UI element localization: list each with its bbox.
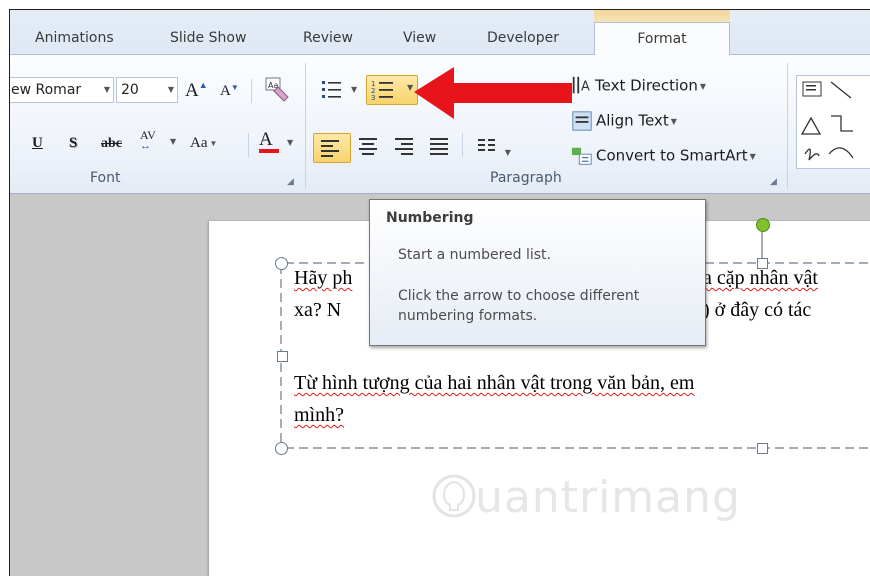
- slide-text-line-2b: n) ở đây có tác: [693, 299, 812, 321]
- double-arrow-icon: ↔: [140, 140, 151, 152]
- convert-smartart-label: Convert to SmartArt: [596, 146, 748, 165]
- chevron-down-icon[interactable]: ▼: [210, 139, 218, 148]
- shapes-icon: [800, 81, 854, 161]
- change-case-label: Aa: [190, 135, 208, 151]
- justify-icon: [430, 138, 448, 155]
- tooltip-description: Start a numbered list.: [398, 247, 551, 263]
- character-spacing-button[interactable]: AV ↔: [140, 129, 156, 152]
- font-size-value: 20: [121, 82, 139, 98]
- svg-text:3: 3: [371, 94, 375, 102]
- ribbon-tab-bar: Animations Slide Show Review View Develo…: [10, 10, 870, 56]
- slide-text-line-3: Từ hình tượng của hai nhân vật trong văn…: [294, 372, 695, 394]
- bullets-button[interactable]: [319, 77, 345, 105]
- resize-handle-left[interactable]: [277, 351, 288, 362]
- tooltip-hint-line-1: Click the arrow to choose different: [398, 288, 640, 304]
- shapes-gallery[interactable]: [796, 75, 870, 169]
- font-color-button[interactable]: A: [259, 129, 279, 153]
- grow-font-label: A: [185, 80, 199, 101]
- chevron-down-icon[interactable]: ▼: [168, 78, 174, 102]
- align-text-icon: [572, 111, 592, 131]
- align-left-icon: [321, 140, 339, 157]
- align-center-icon: [359, 138, 377, 155]
- smartart-icon: [571, 147, 592, 165]
- align-right-icon: [395, 138, 413, 155]
- chevron-down-icon[interactable]: ▼: [104, 78, 110, 102]
- font-name-value: ew Romar: [11, 82, 82, 98]
- resize-handle-bottom[interactable]: [757, 443, 768, 454]
- chevron-down-icon[interactable]: ▼: [170, 137, 176, 146]
- clear-formatting-icon: Aa: [265, 77, 289, 102]
- slide-text-line-2a: xa? N: [294, 299, 342, 321]
- grow-arrow-icon: ▲: [198, 80, 208, 90]
- divider: [462, 133, 463, 157]
- tooltip-hint-line-2: numbering formats.: [398, 308, 538, 324]
- font-dialog-launcher-icon[interactable]: ◢: [287, 177, 294, 187]
- ribbon: ew Romar ▼ 20 ▼ A▲ A▼ Aa U S abc AV ↔ ▼: [10, 55, 870, 194]
- paragraph-group-label: Paragraph: [490, 170, 562, 186]
- chevron-down-icon[interactable]: ▼: [700, 82, 706, 91]
- font-group-label: Font: [90, 170, 121, 186]
- tab-animations[interactable]: Animations: [35, 22, 114, 54]
- bullets-icon: [322, 81, 341, 98]
- numbering-icon: 1 2 3: [371, 80, 393, 102]
- red-arrow-icon: [414, 67, 572, 119]
- resize-handle-top-left[interactable]: [275, 257, 288, 270]
- chevron-down-icon[interactable]: ▼: [287, 138, 293, 147]
- shrink-font-button[interactable]: A▼: [220, 83, 239, 100]
- underline-button[interactable]: U: [32, 135, 43, 152]
- columns-icon: [478, 139, 495, 151]
- tab-slide-show[interactable]: Slide Show: [170, 22, 246, 54]
- svg-text:A: A: [581, 80, 590, 95]
- divider: [251, 79, 252, 103]
- clear-formatting-button[interactable]: Aa: [264, 75, 290, 107]
- text-direction-icon: A: [572, 76, 590, 95]
- slide-text-line-1a: Hãy ph: [294, 267, 353, 289]
- paragraph-dialog-launcher-icon[interactable]: ◢: [770, 177, 777, 187]
- text-direction-button[interactable]: A Text Direction ▼: [570, 75, 706, 97]
- chevron-down-icon[interactable]: ▼: [671, 117, 677, 126]
- numbering-tooltip: Numbering Start a numbered list. Click t…: [369, 199, 706, 346]
- font-name-combobox[interactable]: ew Romar ▼: [10, 77, 114, 103]
- tab-view[interactable]: View: [403, 22, 436, 54]
- font-color-label: A: [259, 129, 273, 150]
- chevron-down-icon[interactable]: ▼: [505, 148, 511, 157]
- align-right-button[interactable]: [393, 135, 417, 161]
- align-left-button[interactable]: [313, 133, 351, 163]
- convert-to-smartart-button[interactable]: Convert to SmartArt ▼: [571, 145, 756, 167]
- group-divider: [787, 63, 788, 189]
- resize-handle-bottom-left[interactable]: [275, 442, 288, 455]
- tooltip-title: Numbering: [386, 210, 474, 226]
- rotation-handle[interactable]: [756, 218, 770, 232]
- watermark-logo-icon: [432, 474, 476, 518]
- align-text-label: Align Text: [596, 111, 669, 130]
- justify-button[interactable]: [428, 135, 452, 161]
- slide-text-line-4: mình?: [294, 404, 344, 426]
- shrink-arrow-icon: ▼: [230, 83, 239, 92]
- text-direction-label: Text Direction: [595, 76, 698, 95]
- divider: [248, 133, 249, 157]
- change-case-button[interactable]: Aa ▼: [190, 135, 217, 152]
- font-size-combobox[interactable]: 20 ▼: [116, 77, 178, 103]
- drawing-tools-context-header: [594, 10, 730, 22]
- group-divider: [305, 63, 306, 189]
- columns-button[interactable]: ▼: [476, 135, 511, 161]
- grow-font-button[interactable]: A▲: [185, 80, 208, 102]
- slide-text-line-1b: ủa cặp nhân vật: [693, 267, 818, 289]
- chevron-down-icon[interactable]: ▼: [750, 152, 756, 161]
- tab-format[interactable]: Format: [594, 22, 730, 56]
- text-shadow-button[interactable]: S: [69, 135, 77, 152]
- tab-review[interactable]: Review: [303, 22, 353, 54]
- align-center-button[interactable]: [357, 135, 381, 161]
- watermark-text: uantrimang: [475, 472, 741, 523]
- chevron-down-icon[interactable]: ▼: [351, 85, 357, 94]
- align-text-button[interactable]: Align Text ▼: [571, 110, 677, 132]
- strikethrough-button[interactable]: abc: [101, 136, 122, 152]
- shrink-font-label: A: [220, 83, 231, 99]
- powerpoint-window: Animations Slide Show Review View Develo…: [9, 9, 870, 576]
- tab-developer[interactable]: Developer: [487, 22, 559, 54]
